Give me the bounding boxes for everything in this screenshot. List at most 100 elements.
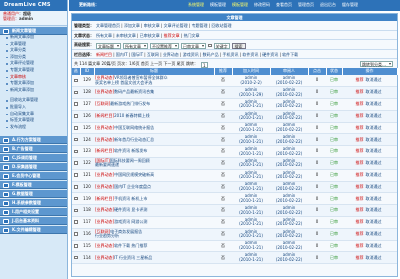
top-nav-link[interactable]: 管理首页 [297,2,315,8]
row-checkbox[interactable] [74,232,78,236]
category-tag[interactable]: [业界动态] [95,243,114,248]
cancel-approve-link[interactable]: 取消通过 [366,196,382,201]
cancel-approve-link[interactable]: 取消通过 [366,219,382,224]
sidebar-item[interactable]: 发布流程 [3,124,67,132]
top-nav-link[interactable]: 系统管理 [187,2,205,8]
row-checkbox[interactable] [74,255,78,260]
top-nav-link[interactable]: 退出后台 [319,2,337,8]
cancel-approve-link[interactable]: 取消通过 [366,255,382,260]
recommend-link[interactable]: 推荐 [356,77,364,83]
cancel-approve-link[interactable]: 取消通过 [366,148,382,154]
recommend-link[interactable]: 推荐 [356,160,364,165]
category-tag[interactable]: [互联网] [95,101,110,106]
article-title-link[interactable]: 手机资讯 新机上市 [114,196,147,201]
article-title-link[interactable]: 游戏资讯 网游公测 [114,219,147,224]
row-checkbox[interactable] [74,114,78,118]
recommend-link[interactable]: 推荐 [356,231,364,236]
recommend-link[interactable]: 推荐 [356,196,364,201]
article-title-link[interactable]: 2010 新春特辑上线 [114,113,149,118]
row-checkbox[interactable] [74,126,78,130]
article-title-link[interactable]: 软件资讯 新版发布 [114,148,147,154]
row-checkbox[interactable] [74,161,78,165]
row-checkbox[interactable] [74,208,78,213]
row-checkbox[interactable] [74,78,78,83]
recommend-link[interactable]: 推荐 [356,172,364,177]
row-checkbox[interactable] [74,196,78,201]
filter-link[interactable]: 审核文章 [144,23,160,28]
filter-link[interactable]: 新闻栏目 [96,52,112,57]
article-title-link[interactable]: 数码产品最新资讯合集 [114,89,154,95]
cancel-approve-link[interactable]: 取消通过 [366,137,382,142]
filter-link[interactable]: 硬件资讯 [262,52,278,57]
filter-link[interactable]: 热门文章 [184,33,200,38]
article-title-link[interactable]: 中国互联网络统计报告 [114,125,154,130]
recommend-link[interactable]: 推荐 [356,243,364,248]
article-title-link[interactable]: 最新游戏热门排行发布 [110,101,150,106]
top-nav-link[interactable]: 修改密码 [253,2,271,8]
category-tag[interactable]: [业界动态] [95,137,114,142]
search-button[interactable]: 搜索 [231,42,246,49]
filter-link[interactable]: 文章评论管理 [164,23,188,28]
top-nav-link[interactable]: 模板管理 [231,2,249,8]
cancel-approve-link[interactable]: 取消通过 [366,113,382,118]
sidebar-module[interactable]: F.模板管理 [0,181,67,190]
sidebar-item[interactable]: 新闻文章添加 [3,87,67,95]
sidebar-module[interactable]: G.数据管理 [0,190,67,199]
exact-checkbox[interactable] [208,43,212,48]
recommend-link[interactable]: 推荐 [356,255,364,260]
cancel-approve-link[interactable]: 取消通过 [366,207,382,213]
article-title-line2[interactable]: 获奖名单上榜 首届文创大会评选 [95,80,213,86]
sidebar-module[interactable]: D.采集器管理 [0,163,67,172]
article-title-link[interactable]: 国内IT 企业年度盘点 [114,184,151,189]
article-title-link[interactable]: 中国网民规模突破新高 [114,172,154,177]
sidebar-module[interactable]: I.用户相关设置 [0,208,67,217]
cancel-approve-link[interactable]: 取消通过 [366,77,382,83]
article-title-link[interactable]: 新年首月行业动态汇总 [114,137,154,142]
sidebar-module[interactable]: E.会员中心管理 [0,172,67,181]
filter-link[interactable]: 文章管理首页 [96,23,120,28]
article-title-line2[interactable]: 最新要闻速递 [95,163,213,168]
sidebar-module[interactable]: K.文件编辑管理 [0,226,67,235]
recommend-link[interactable]: 推荐 [356,113,364,118]
article-title-line2[interactable]: 行业趋势分析 [95,234,213,239]
row-checkbox[interactable] [74,220,78,224]
cancel-approve-link[interactable]: 取消通过 [366,231,382,236]
filter-link[interactable]: 推荐文章 [164,33,180,38]
row-checkbox[interactable] [74,149,78,154]
cancel-approve-link[interactable]: 取消通过 [366,184,382,189]
cancel-approve-link[interactable]: 取消通过 [366,243,382,248]
row-checkbox[interactable] [74,137,78,142]
top-nav-link[interactable]: 模板管理 [209,2,227,8]
category-tag[interactable]: [业界动态] [95,184,114,189]
category-tag[interactable]: [新闻栏目] [95,148,114,154]
top-nav-link[interactable]: 查看首页 [275,2,293,8]
recommend-select[interactable]: 不设置推荐 [150,42,179,49]
filter-link[interactable]: 国内IT [116,52,128,57]
article-title-link[interactable]: IT 行业资讯 三星新品 [114,255,152,260]
top-nav-link[interactable]: 缓存管理 [341,2,359,8]
row-checkbox[interactable] [74,90,78,95]
recommend-link[interactable]: 推荐 [356,101,364,106]
filter-link[interactable]: 软件资讯 [242,52,258,57]
recommend-link[interactable]: 推荐 [356,89,364,95]
category-tag[interactable]: [业界动态] [95,255,114,260]
filter-link[interactable]: 业界动态 [163,52,179,57]
category-tag[interactable]: [新闻栏目] [95,196,114,201]
cancel-approve-link[interactable]: 取消通过 [366,160,382,165]
filter-link[interactable]: 软件下载 [282,52,298,57]
recommend-link[interactable]: 推荐 [356,125,364,130]
category-tag[interactable]: [业界动态] [95,125,114,130]
filter-link[interactable]: 游戏资讯 [183,52,199,57]
audit-select[interactable]: 已审文章 [181,42,206,49]
search-scope-select[interactable]: 所有文章 [123,42,148,49]
keyword-input[interactable]: 关键字 [213,42,230,49]
cancel-approve-link[interactable]: 取消通过 [366,101,382,106]
filter-link[interactable]: 回收站管理 [211,23,231,28]
filter-link[interactable]: 专题管理 [192,23,208,28]
category-tag[interactable]: [业界动态] [95,172,114,177]
recommend-link[interactable]: 推荐 [356,219,364,224]
filter-link[interactable]: 数码产品 [203,52,219,57]
recommend-link[interactable]: 推荐 [356,184,364,189]
recommend-link[interactable]: 推荐 [356,207,364,213]
jump-select[interactable]: 跳转到分类… [360,60,393,67]
